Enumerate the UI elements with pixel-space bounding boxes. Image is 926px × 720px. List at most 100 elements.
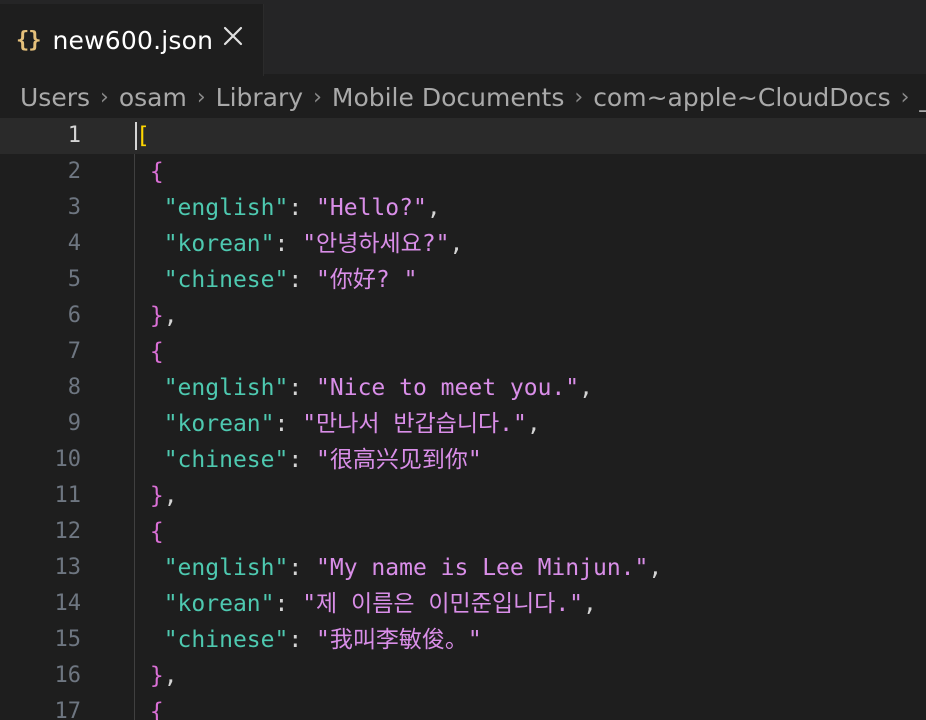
json-punctuation: , (579, 375, 593, 401)
code-line[interactable]: 4 "korean": "안녕하세요?", (0, 226, 926, 262)
line-number: 11 (54, 483, 82, 508)
json-file-icon: {} (16, 27, 41, 53)
code-text: "korean": "안녕하세요?", (136, 226, 464, 262)
json-punctuation: : (288, 555, 317, 581)
json-string: "만나서 반갑습니다." (302, 411, 527, 437)
tab-bar: {} new600.json (0, 0, 926, 76)
code-text: "korean": "제 이름은 이민준입니다.", (136, 586, 597, 622)
json-punctuation: : (288, 627, 317, 653)
chevron-right-icon: › (313, 84, 322, 110)
json-punctuation: , (526, 411, 541, 437)
json-punctuation: : (274, 411, 303, 437)
json-punctuation: , (163, 663, 178, 689)
line-number: 1 (67, 123, 81, 148)
code-text: "english": "Nice to meet you.", (136, 370, 593, 406)
code-line[interactable]: 10 "chinese": "很高兴见到你" (0, 442, 926, 478)
json-punctuation: , (426, 195, 441, 221)
json-punctuation (136, 447, 164, 473)
json-string: "안녕하세요?" (302, 231, 450, 257)
line-number: 14 (54, 591, 82, 616)
chevron-right-icon: › (574, 84, 584, 110)
line-number: 16 (54, 663, 82, 688)
code-line[interactable]: 8 "english": "Nice to meet you.", (0, 370, 926, 406)
breadcrumb-item[interactable]: osam (119, 83, 187, 112)
json-key: "korean" (163, 591, 275, 617)
breadcrumb-item[interactable]: Mobile Documents (332, 83, 565, 112)
tab-new600-json[interactable]: {} new600.json (0, 4, 264, 76)
close-icon[interactable] (221, 24, 245, 48)
code-text: "english": "My name is Lee Minjun.", (136, 550, 663, 586)
json-string: "Hello?" (316, 195, 427, 221)
code-text: { (136, 694, 164, 720)
code-line[interactable]: 9 "korean": "만나서 반갑습니다.", (0, 406, 926, 442)
json-key: "korean" (163, 231, 275, 257)
json-punctuation: } (136, 483, 164, 509)
code-line[interactable]: 17 { (0, 694, 926, 720)
json-punctuation (136, 231, 164, 257)
code-line[interactable]: 7 { (0, 334, 926, 370)
breadcrumb-item[interactable]: _ (919, 83, 926, 112)
json-key: "chinese" (163, 267, 289, 293)
line-number: 3 (67, 195, 81, 220)
code-line[interactable]: 1[ (0, 118, 926, 154)
code-text: "korean": "만나서 반갑습니다.", (136, 406, 541, 442)
breadcrumb-item[interactable]: Library (216, 83, 303, 112)
json-key: "english" (163, 195, 289, 221)
code-line[interactable]: 11 }, (0, 478, 926, 514)
json-punctuation: } (136, 663, 164, 689)
json-punctuation: { (136, 159, 164, 185)
json-punctuation: , (648, 555, 663, 581)
json-string: "很高兴见到你" (316, 447, 482, 473)
code-line[interactable]: 15 "chinese": "我叫李敏俊。" (0, 622, 926, 658)
json-string: "你好? " (316, 267, 418, 293)
code-editor[interactable]: 1[2 {3 "english": "Hello?", 4 "korean": "… (0, 118, 926, 720)
json-punctuation: { (136, 699, 164, 720)
code-line[interactable]: 6 }, (0, 298, 926, 334)
code-line[interactable]: 5 "chinese": "你好? " (0, 262, 926, 298)
line-number: 10 (54, 447, 82, 472)
line-number: 12 (54, 519, 82, 544)
code-line[interactable]: 13 "english": "My name is Lee Minjun.", (0, 550, 926, 586)
json-key: "korean" (163, 411, 275, 437)
code-text: }, (136, 478, 178, 514)
json-punctuation (136, 411, 164, 437)
code-text: [ (136, 118, 150, 154)
line-number: 8 (67, 375, 81, 400)
json-punctuation: , (449, 231, 464, 257)
json-punctuation: { (136, 519, 164, 545)
json-punctuation: : (288, 375, 317, 401)
json-key: "english" (163, 375, 289, 401)
json-punctuation: } (136, 303, 164, 329)
chevron-right-icon: › (196, 84, 206, 110)
chevron-right-icon: › (900, 84, 910, 110)
line-number: 15 (54, 627, 82, 652)
json-string: "My name is Lee Minjun." (316, 555, 649, 581)
tab-label: new600.json (52, 25, 214, 55)
json-punctuation: , (163, 303, 178, 329)
breadcrumb-item[interactable]: Users (20, 83, 90, 112)
code-text: "chinese": "你好? " (136, 262, 418, 298)
json-punctuation (136, 591, 164, 617)
json-key: "chinese" (163, 447, 289, 473)
json-punctuation: : (288, 447, 317, 473)
code-text: { (136, 334, 164, 370)
json-punctuation (136, 195, 164, 221)
json-punctuation (136, 267, 164, 293)
code-text: }, (136, 658, 178, 694)
breadcrumb-item[interactable]: com~apple~CloudDocs (593, 83, 890, 112)
code-line[interactable]: 16 }, (0, 658, 926, 694)
json-punctuation: , (583, 591, 597, 617)
json-string: "Nice to meet you." (316, 375, 580, 401)
code-line[interactable]: 12 { (0, 514, 926, 550)
line-number: 5 (67, 267, 81, 292)
json-punctuation: : (288, 195, 317, 221)
code-line[interactable]: 2 { (0, 154, 926, 190)
code-line[interactable]: 3 "english": "Hello?", (0, 190, 926, 226)
json-punctuation: { (136, 339, 164, 365)
code-text: { (136, 154, 164, 190)
line-number: 2 (67, 159, 81, 184)
json-punctuation: [ (136, 123, 150, 149)
code-line[interactable]: 14 "korean": "제 이름은 이민준입니다.", (0, 586, 926, 622)
json-punctuation (136, 375, 164, 401)
line-number: 4 (67, 231, 81, 256)
